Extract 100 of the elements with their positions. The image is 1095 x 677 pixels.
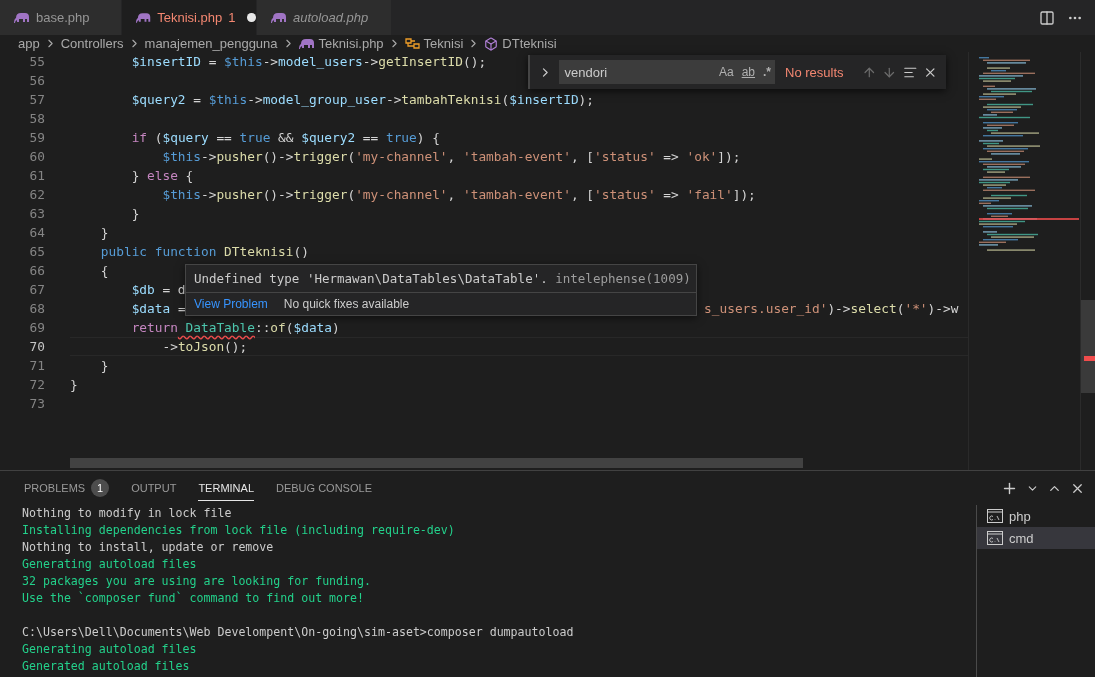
panel-tab[interactable]: TERMINAL [198,475,254,501]
line-number: 59 [28,129,46,147]
code-token: true [239,130,271,145]
line-number: 55 [28,53,46,71]
code-token: ( [285,320,294,335]
panel-tab[interactable]: DEBUG CONSOLE [276,475,372,501]
editor-tab[interactable]: Teknisi.php 1 [122,0,257,35]
code-token: ()-> [262,149,294,164]
code-token: true [385,130,417,145]
terminal-line: Installing dependencies from lock file (including require-dev) [22,522,456,539]
panel-tab[interactable]: OUTPUT [131,475,177,501]
line-number: 65 [28,243,46,261]
tab-label: Teknisi.php [157,10,223,25]
error-marker [1084,356,1095,361]
line-number: 66 [28,262,46,280]
code-token: )->w [927,301,959,316]
elephant-icon [298,37,315,50]
line-number: 56 [28,72,46,90]
code-token: , [447,149,457,164]
code-token: ) { [416,130,440,145]
code-token: } [70,377,78,392]
code-token: pusher [216,187,263,202]
code-token: 'tambah-event' [463,149,571,164]
line-number: 70 [28,338,46,356]
code-token: trigger [293,187,348,202]
panel-tab[interactable]: PROBLEMS 1 [24,475,110,501]
line-number: 57 [28,91,46,109]
find-field[interactable]: vendori Aa ab .* [558,60,776,84]
code-token: (); [224,339,248,354]
code-token: ]); [732,187,756,202]
terminal-line: Use the `composer fund` command to find out more! [22,590,366,607]
line-number: 72 [28,376,46,394]
code-token: } [130,168,141,183]
code-token: $this [161,187,201,202]
horizontal-scrollbar[interactable] [70,458,803,468]
code-token: $this [161,149,201,164]
code-token: 'my-channel' [355,149,448,164]
code-token: , [ [570,149,594,164]
count-badge: 1 [91,478,110,497]
breadcrumb-item[interactable]: manajemen_pengguna [144,35,278,52]
code-token: model_group_user [262,92,386,107]
code-token: 'tambah-event' [463,187,571,202]
code-token: $this [224,54,263,69]
line-number: 63 [28,205,46,223]
code-token: } [130,206,140,221]
code-token: ()-> [262,187,294,202]
code-token: = [176,301,186,316]
find-option[interactable]: Aa [719,65,734,79]
breadcrumb-item[interactable]: app [18,35,40,52]
line-number: 71 [28,357,46,375]
tab-label: base.php [36,10,90,25]
code-token: ) [332,320,340,335]
find-option[interactable]: .* [763,65,772,79]
code-token: else [147,168,178,183]
code-token: public function [99,244,217,259]
class-icon [404,36,420,51]
terminal-line: Generating autoload files [22,556,198,573]
code-token: } [99,358,109,373]
code-token: of [270,320,286,335]
code-token: == [215,130,233,145]
editor-tab[interactable]: autoload.php [257,0,392,35]
find-result: No results [785,64,844,80]
breadcrumb-item[interactable]: Teknisi [423,35,464,52]
code-token: )-> [827,301,851,316]
find-option[interactable]: ab [741,65,756,79]
elephant-icon [136,11,152,24]
editor-tab[interactable]: base.php [0,0,122,35]
breadcrumb-item[interactable]: DTteknisi [502,35,557,52]
terminal-line: Nothing to modify in lock file [22,505,233,522]
code-token: && [277,130,295,145]
code-token: $insertID [509,92,579,107]
breadcrumb-item[interactable]: Controllers [60,35,124,52]
code-token: s_users.user_id' [704,301,828,316]
error-message: Undefined type 'Hermawan\DataTables\DataTable'. intelephense(1009) [193,270,692,288]
code-token: -> [262,54,279,69]
breadcrumb-item[interactable]: Teknisi.php [318,35,384,52]
code-token: } [99,225,109,240]
code-token: return [130,320,178,335]
code-token: , [447,187,457,202]
split-editor-icon[interactable] [1039,9,1055,26]
code-token: 'status' [594,187,656,202]
scrollbar-thumb[interactable] [1081,300,1095,393]
code-token: ]); [717,149,741,164]
line-number: 67 [28,281,46,299]
quick-fix-note: No quick fixes available [283,297,410,311]
terminal-session[interactable]: cmd [977,527,1095,549]
code-token: = [207,54,218,69]
terminal-line: C:\Users\Dell\Documents\Web Develompent\On-going\sim-aset>composer dumpautoload [22,624,575,641]
code-token: :: [254,320,271,335]
code-token: trigger [293,149,348,164]
code-token: $query2 [130,92,186,107]
code-token: -> [247,92,263,107]
code-token: if [130,130,148,145]
view-problem-link[interactable]: View Problem [194,297,268,311]
code-token: DTteknisi [223,244,294,259]
code-token: => [662,149,680,164]
tab-label: autoload.php [293,10,369,25]
terminal-session[interactable]: php [977,505,1095,527]
error-token: DataTable [184,320,255,335]
code-token: -> [362,54,379,69]
